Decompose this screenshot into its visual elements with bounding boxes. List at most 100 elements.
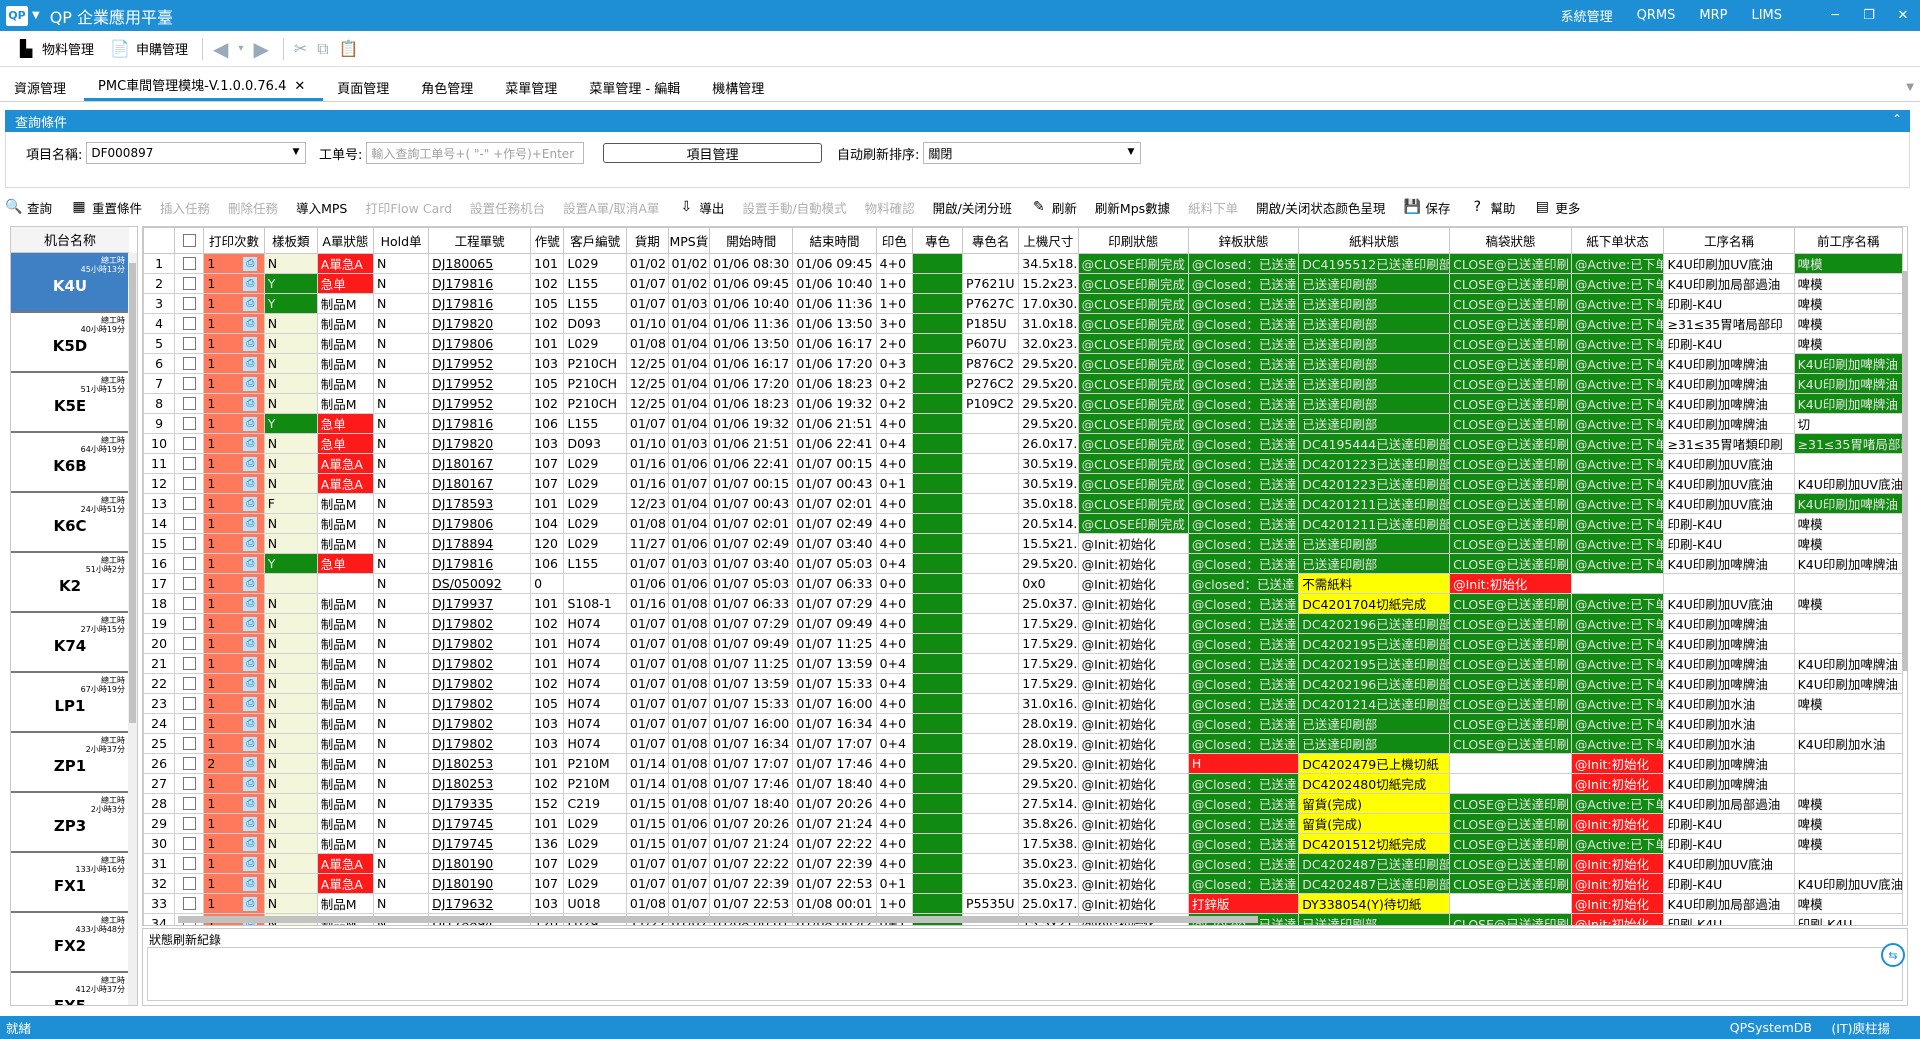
row-checkbox-cell[interactable] [174, 833, 205, 854]
cell[interactable]: DJ179820 [428, 313, 532, 334]
toolbar2-button-14[interactable]: 紙料下单 [1188, 198, 1238, 217]
column-header[interactable]: 紙料狀態 [1298, 227, 1451, 254]
cell[interactable]: DS/050092 [428, 573, 532, 594]
table-row[interactable]: 9 1 ⎙ Y 急单 N DJ179816 106 L155 01/07 01/04 01/06 19… [143, 413, 1904, 434]
machine-item[interactable]: 總工時 412小時37分 FX5 [11, 973, 129, 1005]
row-checkbox-cell[interactable] [174, 693, 205, 714]
machine-item[interactable]: 總工時 51小時15分 K5E [11, 373, 129, 433]
table-row[interactable]: 27 1 ⎙ N 制品M N DJ180253 102 P210M 01/14 01/08 01/07… [143, 773, 1904, 794]
column-header[interactable]: 印色 [875, 227, 914, 254]
print-icon[interactable]: ⎙ [243, 357, 258, 372]
table-row[interactable]: 5 1 ⎙ N 制品M N DJ179806 101 L029 01/08 01/04 01/06 1… [143, 333, 1904, 354]
print-icon[interactable]: ⎙ [243, 597, 258, 612]
cell[interactable]: DJ179952 [428, 373, 532, 394]
cell[interactable]: DJ179820 [428, 433, 532, 454]
row-checkbox[interactable] [182, 317, 196, 330]
row-checkbox-cell[interactable] [174, 593, 205, 614]
back-dropdown-icon[interactable]: ▾ [238, 43, 243, 54]
row-checkbox[interactable] [182, 617, 196, 630]
scroll-thumb[interactable] [178, 916, 1258, 923]
cell[interactable]: DJ180253 [428, 753, 532, 774]
toolbar2-button-4[interactable]: 導入MPS [296, 198, 347, 217]
tab-resource[interactable]: 資源管理 [0, 75, 84, 101]
column-header[interactable]: A單狀態 [316, 227, 375, 254]
row-checkbox-cell[interactable] [174, 853, 205, 874]
row-checkbox[interactable] [182, 697, 196, 710]
machine-item[interactable]: 總工時 64小時19分 K6B [11, 433, 129, 493]
tab-overflow-icon[interactable]: ▼ [1906, 82, 1914, 93]
cell[interactable]: DJ179952 [428, 353, 532, 374]
column-header[interactable]: 工程單號 [428, 227, 532, 254]
machine-item[interactable]: 總工時 67小時19分 LP1 [11, 673, 129, 733]
print-icon[interactable]: ⎙ [243, 897, 258, 912]
table-row[interactable]: 11 1 ⎙ N A單急A N DJ180167 107 L029 01/16 01/06 01/06… [143, 453, 1904, 474]
print-icon[interactable]: ⎙ [243, 277, 258, 292]
table-row[interactable]: 15 1 ⎙ N 制品M N DJ178894 120 L029 11/27 01/06 01/07 … [143, 533, 1904, 554]
print-icon[interactable]: ⎙ [243, 537, 258, 552]
column-header[interactable]: 前工序名稱 [1793, 227, 1904, 254]
cell[interactable]: DJ179806 [428, 333, 532, 354]
row-checkbox-cell[interactable] [174, 373, 205, 394]
top-menu-system[interactable]: 系統管理 [1561, 6, 1613, 25]
column-header[interactable]: 貨期 [625, 227, 669, 254]
column-header[interactable]: 開始時間 [709, 227, 794, 254]
scroll-thumb[interactable] [129, 263, 136, 723]
print-icon[interactable]: ⎙ [243, 657, 258, 672]
cell[interactable]: DJ179816 [428, 553, 532, 574]
column-header[interactable]: MPS貨 [667, 227, 711, 254]
cell[interactable]: DJ180190 [428, 853, 532, 874]
print-icon[interactable]: ⎙ [243, 797, 258, 812]
table-row[interactable]: 13 1 ⎙ F 制品M N DJ178593 101 L029 12/23 01/04 01/07 … [143, 493, 1904, 514]
column-header[interactable]: 上機尺寸 [1018, 227, 1079, 254]
table-row[interactable]: 21 1 ⎙ N 制品M N DJ179802 101 H074 01/07 01/08 01/07 … [143, 653, 1904, 674]
table-row[interactable]: 20 1 ⎙ N 制品M N DJ179802 101 H074 01/07 01/08 01/07 … [143, 633, 1904, 654]
row-checkbox[interactable] [182, 477, 196, 490]
machine-item[interactable]: 總工時 27小時15分 K74 [11, 613, 129, 673]
cell[interactable]: DJ178593 [428, 493, 532, 514]
cell[interactable]: DJ180167 [428, 473, 532, 494]
toolbar2-button-10[interactable]: 物料確認 [865, 198, 915, 217]
tab-org-mgmt[interactable]: 機構管理 [698, 75, 782, 101]
toolbar2-button-3[interactable]: 刪除任務 [228, 198, 278, 217]
row-checkbox-cell[interactable] [174, 533, 205, 554]
table-row[interactable]: 24 1 ⎙ N 制品M N DJ179802 103 H074 01/07 01/07 01/07 … [143, 713, 1904, 734]
row-checkbox-cell[interactable] [174, 793, 205, 814]
table-row[interactable]: 19 1 ⎙ N 制品M N DJ179802 102 H074 01/07 01/08 01/07 … [143, 613, 1904, 634]
tab-page-mgmt[interactable]: 頁面管理 [323, 75, 407, 101]
column-header[interactable] [143, 227, 176, 254]
cell[interactable]: DJ178894 [428, 533, 532, 554]
print-icon[interactable]: ⎙ [243, 397, 258, 412]
column-header[interactable]: 結束時間 [792, 227, 877, 254]
table-row[interactable]: 4 1 ⎙ N 制品M N DJ179820 102 D093 01/10 01/04 01/06 1… [143, 313, 1904, 334]
row-checkbox[interactable] [182, 897, 196, 910]
row-checkbox-cell[interactable] [174, 633, 205, 654]
row-checkbox-cell[interactable] [174, 513, 205, 534]
row-checkbox-cell[interactable] [174, 573, 205, 594]
toolbar2-button-0[interactable]: 🔍 查詢 [5, 198, 52, 217]
copy-icon[interactable]: ⧉ [317, 39, 328, 59]
column-header[interactable]: 稿袋狀態 [1449, 227, 1572, 254]
table-row[interactable]: 33 1 ⎙ N 制品M N DJ179632 103 U018 01/08 01/07 01/07 … [143, 893, 1904, 914]
row-checkbox-cell[interactable] [174, 813, 205, 834]
row-checkbox-cell[interactable] [174, 473, 205, 494]
row-checkbox[interactable] [182, 337, 196, 350]
minimize-icon[interactable]: ─ [1818, 0, 1852, 31]
print-icon[interactable]: ⎙ [243, 517, 258, 532]
top-menu-qrms[interactable]: QRMS [1637, 8, 1676, 23]
row-checkbox-cell[interactable] [174, 253, 205, 274]
row-checkbox[interactable] [182, 457, 196, 470]
toolbar2-button-16[interactable]: 💾 保存 [1403, 198, 1451, 217]
print-icon[interactable]: ⎙ [243, 717, 258, 732]
print-icon[interactable]: ⎙ [243, 817, 258, 832]
print-icon[interactable]: ⎙ [243, 637, 258, 652]
table-row[interactable]: 10 1 ⎙ N 急单 N DJ179820 103 D093 01/10 01/03 01/06 2… [143, 433, 1904, 454]
row-checkbox-cell[interactable] [174, 713, 205, 734]
table-row[interactable]: 29 1 ⎙ N 制品M N DJ179745 101 L029 01/15 01/06 01/07 … [143, 813, 1904, 834]
column-header[interactable]: 紙下单状态 [1570, 227, 1665, 254]
cell[interactable]: DJ179802 [428, 733, 532, 754]
row-checkbox[interactable] [182, 717, 196, 730]
row-checkbox[interactable] [182, 257, 196, 270]
row-checkbox-cell[interactable] [174, 753, 205, 774]
select-all-checkbox[interactable] [182, 234, 196, 247]
toolbar2-button-11[interactable]: 開啟/关闭分班 [933, 198, 1012, 217]
